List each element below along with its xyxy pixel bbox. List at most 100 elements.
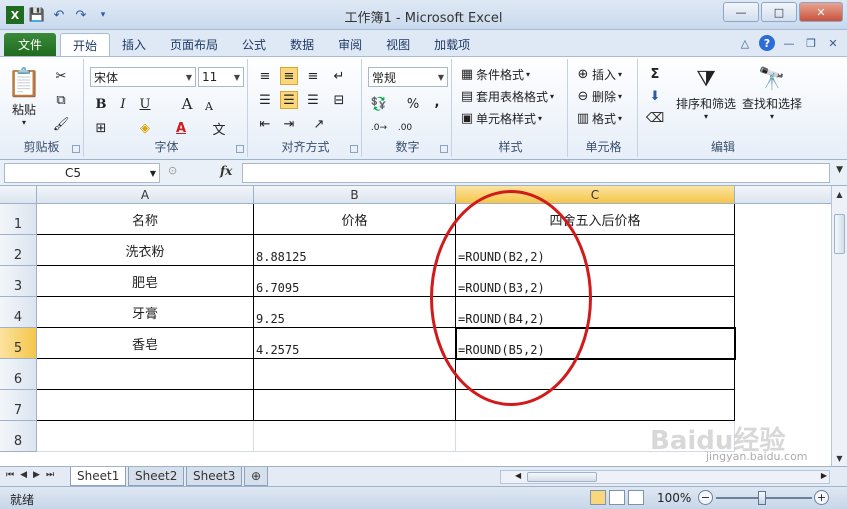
maximize-button[interactable]: □ xyxy=(761,2,797,22)
workbook-close-icon[interactable]: ✕ xyxy=(825,35,841,51)
normal-view-icon[interactable] xyxy=(590,490,606,505)
tab-review[interactable]: 审阅 xyxy=(326,33,374,56)
vertical-scroll-thumb[interactable] xyxy=(834,214,845,254)
row-header-8[interactable]: 8 xyxy=(0,421,37,452)
align-bottom-icon[interactable]: ≡ xyxy=(304,67,322,85)
font-size-select[interactable]: 11 ▼ xyxy=(198,67,244,87)
increase-decimal-icon[interactable]: .0→ xyxy=(370,119,388,137)
decrease-decimal-icon[interactable]: .00 xyxy=(396,119,414,137)
comma-button[interactable]: , xyxy=(428,93,446,111)
cell-b4[interactable]: 9.25 xyxy=(254,297,456,328)
zoom-level[interactable]: 100% xyxy=(657,491,691,505)
help-icon[interactable]: ? xyxy=(759,35,775,51)
column-header-c[interactable]: C xyxy=(456,186,735,204)
number-launcher-icon[interactable] xyxy=(440,145,448,153)
find-select-button[interactable]: 🔭 查找和选择 ▾ xyxy=(740,63,804,122)
number-format-select[interactable]: 常规 ▼ xyxy=(368,67,448,87)
borders-icon[interactable]: ⊞ xyxy=(92,119,110,137)
cell-styles-button[interactable]: ▣ 单元格样式 ▾ xyxy=(458,109,542,127)
cell-b3[interactable]: 6.7095 xyxy=(254,266,456,297)
bold-button[interactable]: B xyxy=(92,95,110,113)
underline-button[interactable]: U xyxy=(136,95,154,113)
zoom-in-icon[interactable]: + xyxy=(814,490,829,505)
column-header-blank[interactable] xyxy=(735,186,831,204)
tab-page-layout[interactable]: 页面布局 xyxy=(158,33,230,56)
last-sheet-icon[interactable]: ⏭ xyxy=(46,470,54,480)
cell-b7[interactable] xyxy=(254,390,456,421)
workbook-restore-icon[interactable]: ❐ xyxy=(803,35,819,51)
cell-c1[interactable]: 四舍五入后价格 xyxy=(456,204,735,235)
scroll-up-icon[interactable]: ▲ xyxy=(834,188,845,200)
zoom-slider-thumb[interactable] xyxy=(758,491,766,505)
align-center-icon[interactable]: ☰ xyxy=(280,91,298,109)
decrease-indent-icon[interactable]: ⇤ xyxy=(256,115,274,133)
row-header-2[interactable]: 2 xyxy=(0,235,37,266)
cell-a7[interactable] xyxy=(37,390,254,421)
format-painter-icon[interactable]: 🖌 xyxy=(52,115,70,133)
cell-a3[interactable]: 肥皂 xyxy=(37,266,254,297)
cell-a1[interactable]: 名称 xyxy=(37,204,254,235)
format-cells-button[interactable]: ▥ 格式 ▾ xyxy=(574,109,622,127)
cell-b6[interactable] xyxy=(254,359,456,390)
insert-cells-button[interactable]: ⊕ 插入 ▾ xyxy=(574,65,622,83)
font-launcher-icon[interactable] xyxy=(236,145,244,153)
cell-b1[interactable]: 价格 xyxy=(254,204,456,235)
font-color-icon[interactable]: A xyxy=(172,119,190,137)
format-as-table-button[interactable]: ▤ 套用表格格式 ▾ xyxy=(458,87,554,105)
grow-font-button[interactable]: A xyxy=(178,95,196,113)
cell-a2[interactable]: 洗衣粉 xyxy=(37,235,254,266)
sheet-tab-sheet1[interactable]: Sheet1 xyxy=(70,467,127,486)
shrink-font-button[interactable]: A xyxy=(200,97,218,115)
fill-color-icon[interactable]: ◈ xyxy=(136,119,154,137)
align-left-icon[interactable]: ☰ xyxy=(256,91,274,109)
tab-insert[interactable]: 插入 xyxy=(110,33,158,56)
formula-input[interactable] xyxy=(242,163,830,183)
cell-c6[interactable] xyxy=(456,359,735,390)
cell-c4[interactable]: =ROUND(B4,2) xyxy=(456,297,735,328)
cut-icon[interactable]: ✂ xyxy=(52,67,70,85)
cell-a5[interactable]: 香皂 xyxy=(37,328,254,359)
autosum-button[interactable]: Σ xyxy=(646,65,664,83)
tab-data[interactable]: 数据 xyxy=(278,33,326,56)
sheet-tab-sheet3[interactable]: Sheet3 xyxy=(186,467,243,486)
percent-button[interactable]: % xyxy=(404,95,422,113)
tab-file[interactable]: 文件 xyxy=(4,33,56,56)
merge-center-icon[interactable]: ⊟ xyxy=(330,91,348,109)
tab-view[interactable]: 视图 xyxy=(374,33,422,56)
expand-formula-bar-icon[interactable]: ▼ xyxy=(836,165,843,175)
sheet-tab-sheet2[interactable]: Sheet2 xyxy=(128,467,185,486)
italic-button[interactable]: I xyxy=(114,95,132,113)
page-break-view-icon[interactable] xyxy=(628,490,644,505)
phonetic-icon[interactable]: 文 xyxy=(210,119,228,138)
cell-c7[interactable] xyxy=(456,390,735,421)
vertical-scrollbar[interactable]: ▲ ▼ xyxy=(831,186,847,466)
increase-indent-icon[interactable]: ⇥ xyxy=(280,115,298,133)
conditional-formatting-button[interactable]: ▦ 条件格式 ▾ xyxy=(458,65,530,83)
cell-c8[interactable] xyxy=(456,421,735,452)
workbook-minimize-icon[interactable]: — xyxy=(781,35,797,51)
name-box[interactable]: C5 ▼ xyxy=(4,163,160,183)
tab-home[interactable]: 开始 xyxy=(60,33,111,56)
minimize-button[interactable]: — xyxy=(723,2,759,22)
next-sheet-icon[interactable]: ▶ xyxy=(33,470,40,480)
clipboard-launcher-icon[interactable] xyxy=(72,145,80,153)
delete-cells-button[interactable]: ⊖ 删除 ▾ xyxy=(574,87,622,105)
cell-a4[interactable]: 牙膏 xyxy=(37,297,254,328)
page-layout-view-icon[interactable] xyxy=(609,490,625,505)
paste-button[interactable]: 📋 粘贴 ▾ xyxy=(7,65,42,128)
row-header-7[interactable]: 7 xyxy=(0,390,37,421)
cell-b2[interactable]: 8.88125 xyxy=(254,235,456,266)
copy-icon[interactable]: ⧉ xyxy=(52,91,70,109)
column-header-a[interactable]: A xyxy=(37,186,254,204)
row-header-5[interactable]: 5 xyxy=(0,328,37,359)
fill-icon[interactable]: ⬇ xyxy=(646,87,664,105)
cell-a8[interactable] xyxy=(37,421,254,452)
cell-a6[interactable] xyxy=(37,359,254,390)
tab-formulas[interactable]: 公式 xyxy=(230,33,278,56)
cancel-entry-icon[interactable]: ⊙ xyxy=(168,164,177,177)
align-middle-icon[interactable]: ≡ xyxy=(280,67,298,85)
cell-c5[interactable]: =ROUND(B5,2) xyxy=(456,328,735,359)
font-name-select[interactable]: 宋体 ▼ xyxy=(90,67,196,87)
prev-sheet-icon[interactable]: ◀ xyxy=(20,470,27,480)
row-header-3[interactable]: 3 xyxy=(0,266,37,297)
